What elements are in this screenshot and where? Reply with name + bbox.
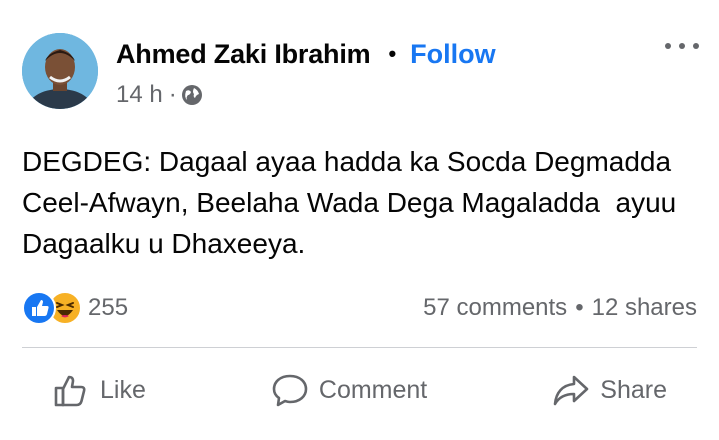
like-reaction-icon: [22, 291, 56, 325]
like-button[interactable]: Like: [22, 365, 176, 415]
author-name[interactable]: Ahmed Zaki Ibrahim: [116, 39, 371, 70]
comment-icon: [272, 374, 308, 407]
engagement-stats: 57 comments • 12 shares: [423, 290, 697, 326]
more-dot: [665, 43, 671, 49]
globe-icon[interactable]: [181, 84, 203, 106]
post-meta: 14 h ·: [116, 80, 203, 110]
more-dot: [693, 43, 699, 49]
like-label: Like: [100, 375, 146, 404]
post-header: Ahmed Zaki Ibrahim • Follow: [116, 34, 496, 74]
reaction-count: 255: [88, 294, 129, 321]
stats-separator: •: [575, 294, 584, 321]
shares-count[interactable]: 12 shares: [592, 294, 697, 322]
follow-button[interactable]: Follow: [410, 39, 495, 70]
share-button[interactable]: Share: [522, 365, 697, 415]
share-icon: [553, 375, 589, 406]
author-avatar[interactable]: [22, 33, 98, 109]
divider: [22, 347, 697, 348]
reactions-summary[interactable]: 255: [22, 290, 128, 326]
comment-label: Comment: [318, 375, 428, 404]
more-options-icon[interactable]: [665, 36, 699, 56]
post-text: DEGDEG: Dagaal ayaa hadda ka Socda Degma…: [22, 146, 685, 259]
comments-count[interactable]: 57 comments: [423, 294, 567, 322]
comment-button[interactable]: Comment: [241, 365, 457, 415]
share-label: Share: [600, 375, 667, 404]
meta-separator: ·: [168, 81, 177, 108]
post-timestamp[interactable]: 14 h: [116, 81, 163, 109]
action-bar: Like Comment Share: [22, 362, 697, 418]
more-dot: [679, 43, 685, 49]
thumbs-up-icon: [54, 375, 86, 407]
header-separator: •: [388, 41, 397, 66]
